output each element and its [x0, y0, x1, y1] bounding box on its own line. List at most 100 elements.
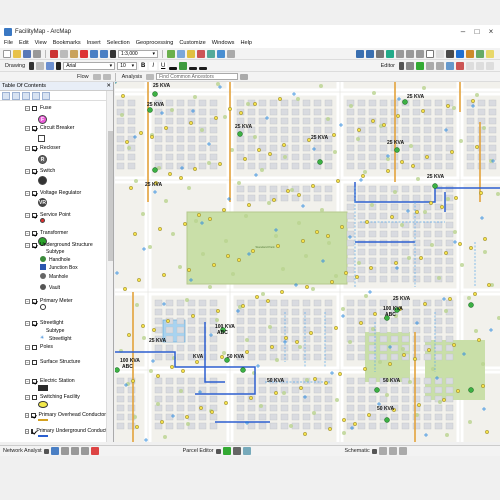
menu-edit[interactable]: Edit — [19, 40, 29, 46]
map-view[interactable]: 25 KVA 25 KVA 25 KVA 25 KVA 25 KVA 25 KVA 25 K… — [115, 82, 500, 442]
menu-bookmarks[interactable]: Bookmarks — [53, 40, 81, 46]
toc-layer-circuit-breaker[interactable]: − Circuit Breaker — [0, 124, 106, 132]
list-by-drawing-order-icon[interactable] — [2, 92, 10, 100]
list-by-visibility-icon[interactable] — [22, 92, 30, 100]
toc-layer-recloser[interactable]: − Recloser — [0, 144, 106, 152]
flow-direction-icon[interactable] — [102, 73, 111, 80]
toc-layer-streetlight[interactable]: − Streetlight — [0, 319, 106, 327]
layer-visibility-checkbox[interactable] — [32, 242, 37, 248]
parcel-tool-icon[interactable] — [232, 447, 241, 455]
map-canvas[interactable]: 25 KVA 25 KVA 25 KVA 25 KVA 25 KVA 25 KVA 25 K… — [115, 82, 500, 442]
expand-toggle[interactable]: − — [25, 320, 30, 326]
font-combo[interactable]: Arial ▾ — [63, 61, 116, 70]
arctoolbox-icon[interactable] — [207, 49, 215, 58]
na-create-location-icon[interactable] — [90, 447, 99, 455]
delete-icon[interactable] — [80, 49, 88, 58]
na-build-icon[interactable] — [80, 447, 89, 455]
rotate-icon[interactable] — [36, 61, 45, 70]
parcel-editor-dropdown-icon[interactable] — [215, 448, 221, 454]
print-icon[interactable] — [33, 49, 41, 58]
scale-combo[interactable]: 1:3,000 ▾ — [118, 49, 158, 58]
rotate-edit-icon[interactable] — [456, 61, 464, 70]
close-button[interactable]: × — [484, 25, 498, 38]
bold-icon[interactable]: B — [139, 61, 148, 70]
split-icon[interactable] — [446, 61, 454, 70]
list-by-selection-icon[interactable] — [32, 92, 40, 100]
expand-toggle[interactable]: − — [25, 428, 30, 434]
redo-icon[interactable] — [100, 49, 108, 58]
layer-visibility-checkbox[interactable] — [31, 428, 34, 434]
toc-layer-transformer[interactable]: − Transformer — [0, 229, 106, 237]
network-analyst-menu[interactable]: Network Analyst — [3, 448, 42, 454]
attributes-icon[interactable] — [466, 61, 474, 70]
list-by-source-icon[interactable] — [12, 92, 20, 100]
create-features-icon[interactable] — [486, 61, 494, 70]
layer-visibility-checkbox[interactable] — [32, 320, 37, 326]
expand-toggle[interactable]: − — [25, 168, 30, 174]
toc-layer-switching-facility[interactable]: − Switching Facility — [0, 393, 106, 401]
line-color-icon[interactable] — [189, 66, 198, 70]
toc-layer-service-point[interactable]: − Service Point — [0, 211, 106, 219]
clear-selection-icon[interactable] — [436, 49, 444, 58]
edit-annotation-icon[interactable] — [406, 61, 414, 70]
flow-arrow-icon[interactable] — [92, 73, 101, 80]
layer-visibility-checkbox[interactable] — [32, 230, 37, 236]
maximize-button[interactable]: □ — [470, 25, 484, 38]
expand-toggle[interactable]: − — [25, 230, 30, 236]
parcel-open-icon[interactable] — [222, 447, 231, 455]
underline-icon[interactable]: U — [159, 61, 168, 70]
undo-icon[interactable] — [90, 49, 98, 58]
pan-icon[interactable] — [376, 49, 384, 58]
expand-toggle[interactable]: − — [25, 125, 30, 131]
layer-visibility-checkbox[interactable] — [31, 412, 36, 418]
toc-scroll-thumb[interactable] — [108, 131, 113, 261]
font-color-icon[interactable] — [169, 66, 178, 70]
sketch-properties-icon[interactable] — [476, 61, 484, 70]
toc-scrollbar[interactable] — [106, 91, 113, 442]
layer-visibility-checkbox[interactable] — [32, 125, 37, 131]
fixed-zoom-icon[interactable] — [396, 49, 404, 58]
straight-segment-icon[interactable] — [416, 61, 424, 70]
menu-view[interactable]: View — [35, 40, 47, 46]
marker-color-icon[interactable] — [199, 66, 208, 70]
expand-toggle[interactable]: − — [25, 359, 30, 365]
schematic-dropdown-icon[interactable] — [371, 448, 377, 454]
menu-file[interactable]: File — [4, 40, 13, 46]
parcel-editor-menu[interactable]: Parcel Editor — [183, 448, 214, 454]
python-icon[interactable] — [217, 49, 225, 58]
html-popup-icon[interactable] — [486, 49, 494, 58]
next-extent-icon[interactable] — [416, 49, 424, 58]
zoom-out-icon[interactable] — [366, 49, 374, 58]
trace-icon[interactable] — [436, 61, 444, 70]
expand-toggle[interactable]: − — [25, 344, 30, 350]
identify-icon[interactable] — [456, 49, 464, 58]
network-analyst-dropdown-icon[interactable] — [43, 448, 49, 454]
parcel-join-icon[interactable] — [242, 447, 251, 455]
layer-visibility-checkbox[interactable] — [32, 378, 37, 384]
model-builder-icon[interactable] — [227, 49, 235, 58]
layer-visibility-checkbox[interactable] — [32, 168, 37, 174]
full-extent-icon[interactable] — [386, 49, 394, 58]
toc-layer-primary-underground-conductor[interactable]: − Primary Underground Conductor — [0, 427, 111, 435]
na-window-icon[interactable] — [50, 447, 59, 455]
select-features-icon[interactable] — [426, 49, 434, 58]
menu-windows[interactable]: Windows — [212, 40, 235, 46]
find-icon[interactable] — [466, 49, 474, 58]
toc-layer-poles[interactable]: − Poles — [0, 343, 106, 351]
copy-icon[interactable] — [60, 49, 68, 58]
expand-toggle[interactable]: − — [25, 105, 30, 111]
end-point-arc-icon[interactable] — [426, 61, 434, 70]
analysis-menu[interactable]: Analysis — [120, 74, 144, 80]
new-icon[interactable] — [3, 49, 11, 58]
expand-toggle[interactable]: − — [25, 145, 30, 151]
expand-toggle[interactable]: − — [25, 378, 30, 384]
menu-help[interactable]: Help — [240, 40, 252, 46]
catalog-icon[interactable] — [187, 49, 195, 58]
menu-insert[interactable]: Insert — [87, 40, 101, 46]
toc-layer-switch[interactable]: − Switch — [0, 167, 106, 175]
expand-toggle[interactable]: − — [25, 412, 30, 418]
edit-tool-icon[interactable] — [399, 61, 404, 70]
text-icon[interactable] — [56, 61, 62, 70]
toc-close-icon[interactable]: ✕ — [106, 82, 111, 90]
expand-toggle[interactable]: − — [25, 190, 30, 196]
